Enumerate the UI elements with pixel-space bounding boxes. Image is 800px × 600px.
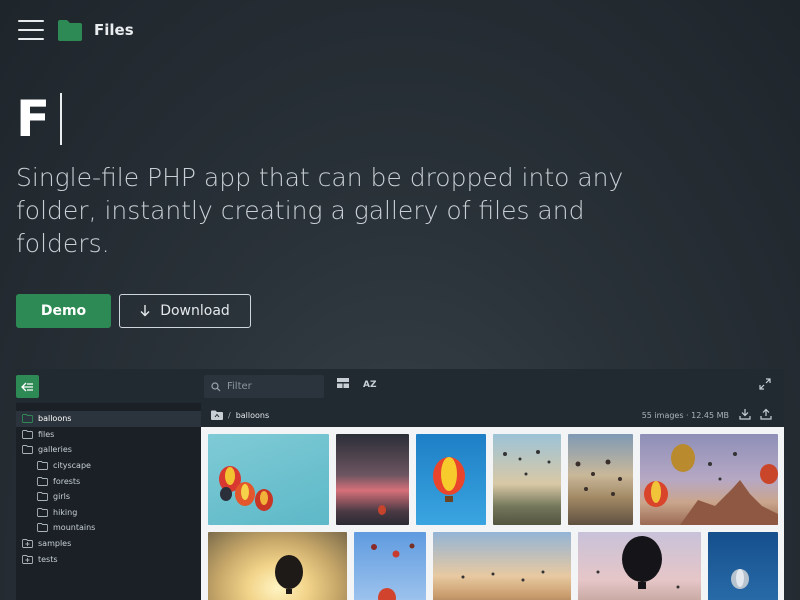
brand-name[interactable]: Files: [94, 21, 134, 39]
folder-icon[interactable]: [57, 18, 83, 42]
filter-input[interactable]: Filter: [204, 375, 324, 398]
hero-title-text: F: [16, 90, 51, 148]
balloons-cloudy-thumbnail[interactable]: [354, 532, 426, 600]
download-icon[interactable]: [739, 408, 751, 420]
balloon-sun-silhouette-thumbnail[interactable]: [208, 532, 347, 600]
hamburger-icon[interactable]: [18, 20, 44, 40]
typing-cursor: [60, 93, 63, 145]
layout-icon[interactable]: [337, 378, 349, 388]
folder-meta: 55 images · 12.45 MB: [641, 411, 729, 420]
folder-icon: [22, 445, 33, 455]
folder-plus-icon: [22, 539, 33, 548]
balloons-dawn-thumbnail[interactable]: [568, 434, 633, 525]
search-icon: [211, 381, 221, 391]
breadcrumb-separator: /: [228, 410, 231, 420]
sidebar-item-label: hiking: [53, 507, 78, 517]
app-toolbar: Filter AZ: [16, 369, 784, 403]
sidebar-item-label: mountains: [53, 523, 96, 533]
balloon-dusk-silhouette-thumbnail[interactable]: [578, 532, 701, 600]
sidebar-item-label: balloons: [38, 414, 72, 424]
folder-icon: [22, 429, 33, 439]
balloon-blue-thumbnail[interactable]: [708, 532, 778, 600]
sidebar-item-cityscape[interactable]: cityscape: [16, 458, 201, 474]
sidebar-item-forests[interactable]: forests: [16, 473, 201, 489]
sidebar-item-label: galleries: [38, 445, 72, 455]
tagline: Single-file PHP app that can be dropped …: [16, 163, 624, 258]
sidebar-item-label: tests: [38, 554, 58, 564]
download-label: Download: [160, 303, 230, 319]
folder-icon: [37, 461, 48, 471]
balloon-sunset-thumbnail[interactable]: [336, 434, 409, 525]
balloons-sky-thumbnail[interactable]: [208, 434, 329, 525]
folder-size: 12.45 MB: [691, 411, 729, 420]
sidebar-item-label: forests: [53, 476, 81, 486]
folder-icon: [37, 523, 48, 533]
sidebar-item-label: girls: [53, 492, 70, 502]
sidebar-item-hiking[interactable]: hiking: [16, 505, 201, 521]
sidebar-item-label: samples: [38, 539, 72, 549]
collapse-sidebar-icon: [21, 382, 33, 391]
filter-placeholder: Filter: [227, 381, 252, 392]
sidebar-item-girls[interactable]: girls: [16, 489, 201, 505]
gallery-content: / balloons 55 images · 12.45 MB: [201, 403, 784, 600]
folder-icon: [22, 414, 33, 424]
breadcrumb: / balloons 55 images · 12.45 MB: [201, 403, 784, 427]
sidebar-item-files[interactable]: files: [16, 427, 201, 443]
sidebar-item-mountains[interactable]: mountains: [16, 520, 201, 536]
image-count: 55 images: [641, 411, 684, 420]
demo-button[interactable]: Demo: [16, 294, 111, 328]
sidebar-item-label: files: [38, 429, 55, 439]
home-folder-icon[interactable]: [211, 410, 223, 420]
download-button[interactable]: Download: [119, 294, 251, 328]
folder-tree: balloons files galleries cityscape forests gi…: [16, 403, 201, 600]
sidebar-item-balloons[interactable]: balloons: [16, 411, 201, 427]
sort-button[interactable]: AZ: [363, 380, 377, 390]
balloons-valley-thumbnail[interactable]: [493, 434, 561, 525]
breadcrumb-current[interactable]: balloons: [236, 411, 269, 420]
sidebar-item-galleries[interactable]: galleries: [16, 442, 201, 458]
arrow-down-icon: [140, 305, 150, 317]
upload-icon[interactable]: [760, 408, 772, 420]
balloon-blue-sky-thumbnail[interactable]: [416, 434, 486, 525]
sidebar-item-label: cityscape: [53, 461, 91, 471]
app-preview: Filter AZ balloons files galleries cityscap…: [16, 369, 784, 600]
sidebar-item-samples[interactable]: samples: [16, 536, 201, 552]
top-nav: Files: [0, 0, 800, 60]
hero-title: F: [16, 90, 63, 148]
sidebar-item-tests[interactable]: tests: [16, 551, 201, 567]
balloons-cappadocia-thumbnail[interactable]: [640, 434, 778, 525]
sidebar-toggle-button[interactable]: [16, 375, 39, 398]
fullscreen-icon[interactable]: [759, 378, 771, 390]
folder-icon: [37, 476, 48, 486]
folder-icon: [37, 507, 48, 517]
folder-icon: [37, 492, 48, 502]
balloons-horizon-thumbnail[interactable]: [433, 532, 571, 600]
folder-plus-icon: [22, 554, 33, 564]
